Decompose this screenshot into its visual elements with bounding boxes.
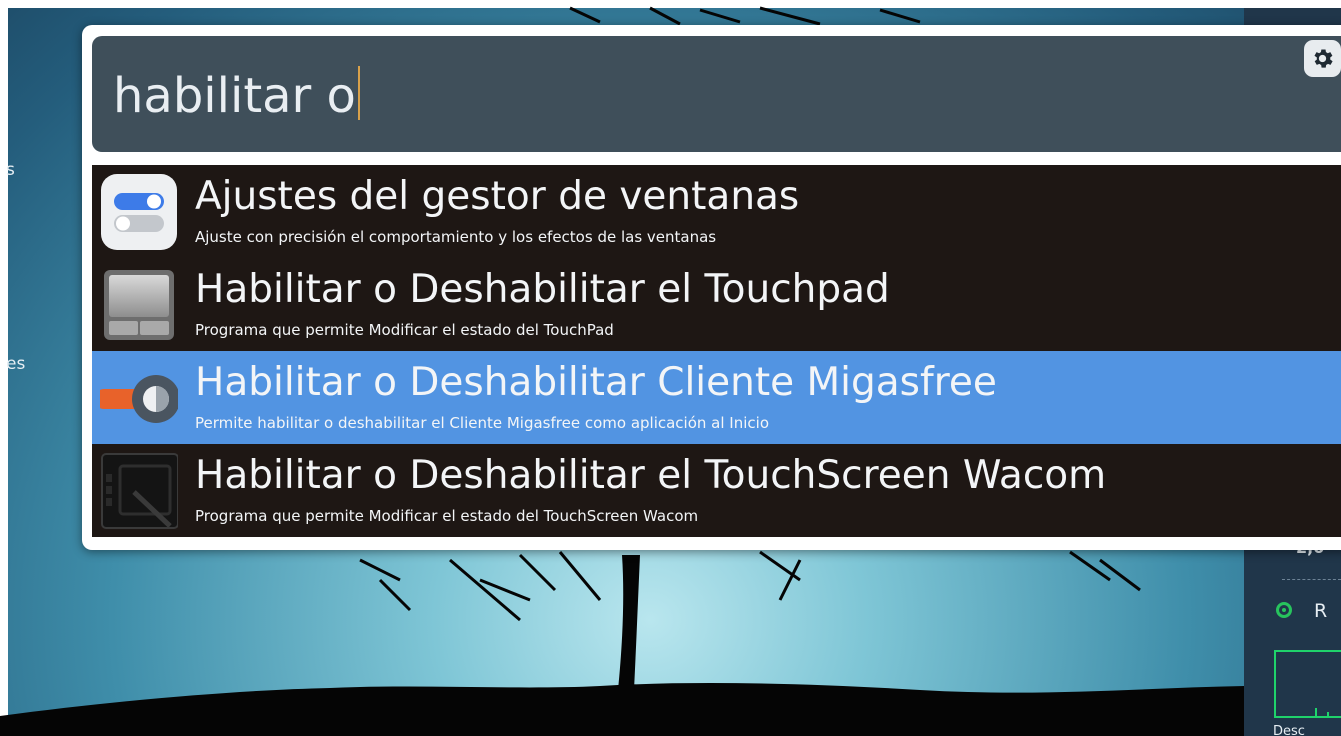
result-item[interactable]: Ajustes del gestor de ventanas Ajuste co… xyxy=(92,165,1341,258)
result-title: Habilitar o Deshabilitar el TouchScreen … xyxy=(195,453,1107,498)
touchpad-icon xyxy=(100,266,178,344)
result-item[interactable]: Habilitar o Deshabilitar el TouchScreen … xyxy=(92,444,1341,537)
desktop-label: es xyxy=(6,354,26,374)
desktop: s es 2,0 R Desc habilitar o xyxy=(0,0,1341,736)
result-title: Habilitar o Deshabilitar el Touchpad xyxy=(195,267,890,312)
result-description: Permite habilitar o deshabilitar el Clie… xyxy=(195,414,769,432)
gear-icon[interactable] xyxy=(1304,40,1341,77)
network-graph xyxy=(1274,650,1341,718)
panel-bottom-label: Desc xyxy=(1273,724,1305,736)
result-item[interactable]: Habilitar o Deshabilitar el Touchpad Pro… xyxy=(92,258,1341,351)
result-item-selected[interactable]: Habilitar o Deshabilitar Cliente Migasfr… xyxy=(92,351,1341,444)
result-title: Habilitar o Deshabilitar Cliente Migasfr… xyxy=(195,360,997,405)
panel-radio-label: R xyxy=(1314,600,1328,622)
panel-divider xyxy=(1282,579,1341,580)
desktop-label: s xyxy=(6,160,15,180)
result-description: Programa que permite Modificar el estado… xyxy=(195,321,614,339)
result-description: Programa que permite Modificar el estado… xyxy=(195,507,699,525)
results-list: Ajustes del gestor de ventanas Ajuste co… xyxy=(92,165,1341,537)
tablet-pen-icon xyxy=(100,452,179,530)
result-description: Ajuste con precisión el comportamiento y… xyxy=(195,228,717,246)
toggle-switches-icon xyxy=(100,173,178,251)
search-query: habilitar o xyxy=(113,68,356,124)
graph-spikes xyxy=(1315,708,1329,716)
search-input[interactable]: habilitar o xyxy=(113,66,360,126)
result-title: Ajustes del gestor de ventanas xyxy=(195,174,800,219)
toggle-slider-icon xyxy=(94,359,180,437)
radio-icon[interactable] xyxy=(1276,602,1292,618)
text-caret xyxy=(357,66,360,120)
